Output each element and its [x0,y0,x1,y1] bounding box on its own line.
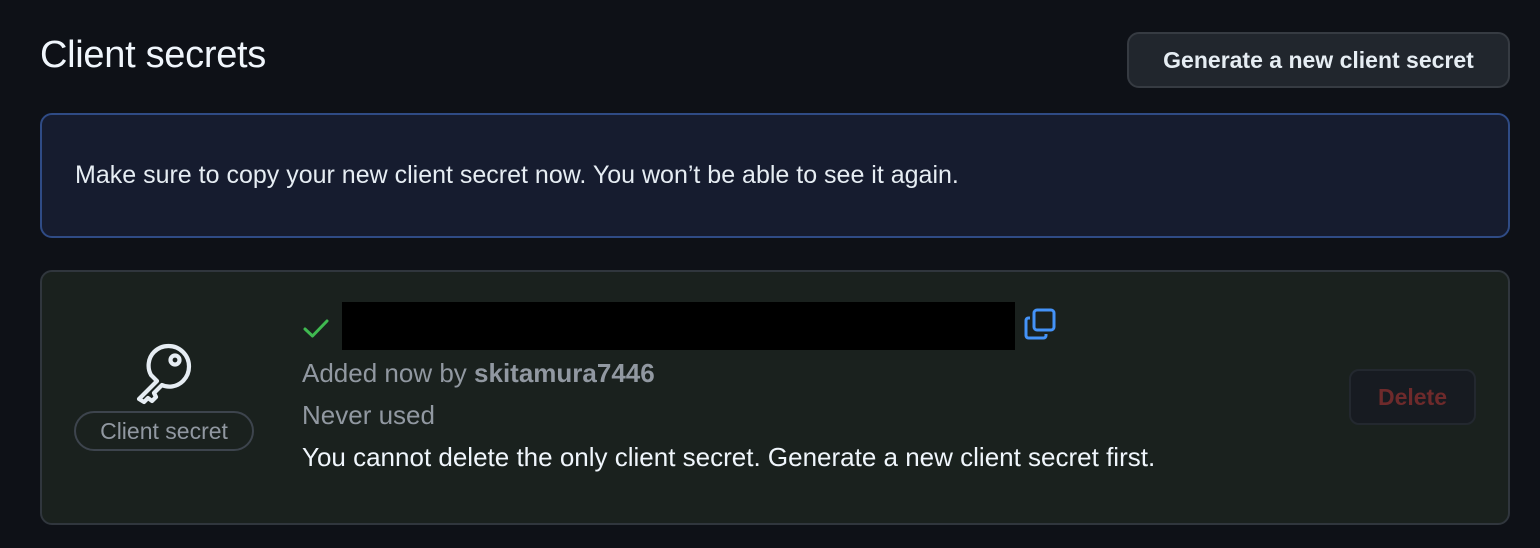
section-header: Client secrets Generate a new client sec… [40,30,1510,88]
generate-client-secret-button[interactable]: Generate a new client secret [1127,32,1510,88]
delete-restriction-note: You cannot delete the only client secret… [302,442,1156,472]
client-secret-item: Client secret Added now by skitamura7446 [40,270,1510,525]
copy-icon[interactable] [1023,307,1057,341]
redacted-secret-value[interactable] [342,302,1015,350]
section-title: Client secrets [40,34,266,76]
added-prefix: Added now by [302,358,467,388]
secret-token-row [302,302,1302,352]
usage-status: Never used [302,400,435,430]
secret-info: Added now by skitamura7446 Never used Yo… [302,302,1302,478]
check-icon [303,319,329,338]
delete-button[interactable]: Delete [1349,369,1476,425]
client-secrets-page: Client secrets Generate a new client sec… [0,0,1540,548]
key-icon [136,343,192,405]
added-by-line: Added now by skitamura7446 [302,352,1302,394]
flash-message: Make sure to copy your new client secret… [75,161,959,189]
secret-type-column: Client secret [74,338,254,458]
added-by-user: skitamura7446 [474,358,655,388]
client-secret-badge: Client secret [74,411,254,451]
flash-notice: Make sure to copy your new client secret… [40,113,1510,238]
